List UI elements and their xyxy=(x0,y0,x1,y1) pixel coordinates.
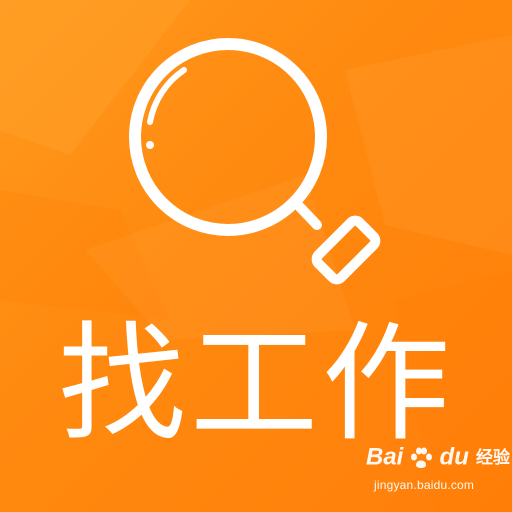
paw-icon xyxy=(411,447,433,468)
magnifier-neck xyxy=(293,200,322,230)
watermark-brand-du: du xyxy=(439,443,469,471)
watermark-brand: Bai du 经验 xyxy=(366,440,510,474)
baidu-jingyan-watermark: Bai du 经验 jingyan.baidu.com xyxy=(366,440,510,500)
watermark-brand-suffix: 经验 xyxy=(475,447,510,468)
magnifier-lens xyxy=(129,38,327,236)
magnifier-glint-dot xyxy=(146,141,154,149)
watermark-url: jingyan.baidu.com xyxy=(374,478,475,492)
cover-image: 找工作 Bai du 经验 jingyan.baidu.com xyxy=(0,0,512,512)
watermark-brand-bai: Bai xyxy=(366,443,404,471)
magnifier-handle xyxy=(311,215,381,285)
